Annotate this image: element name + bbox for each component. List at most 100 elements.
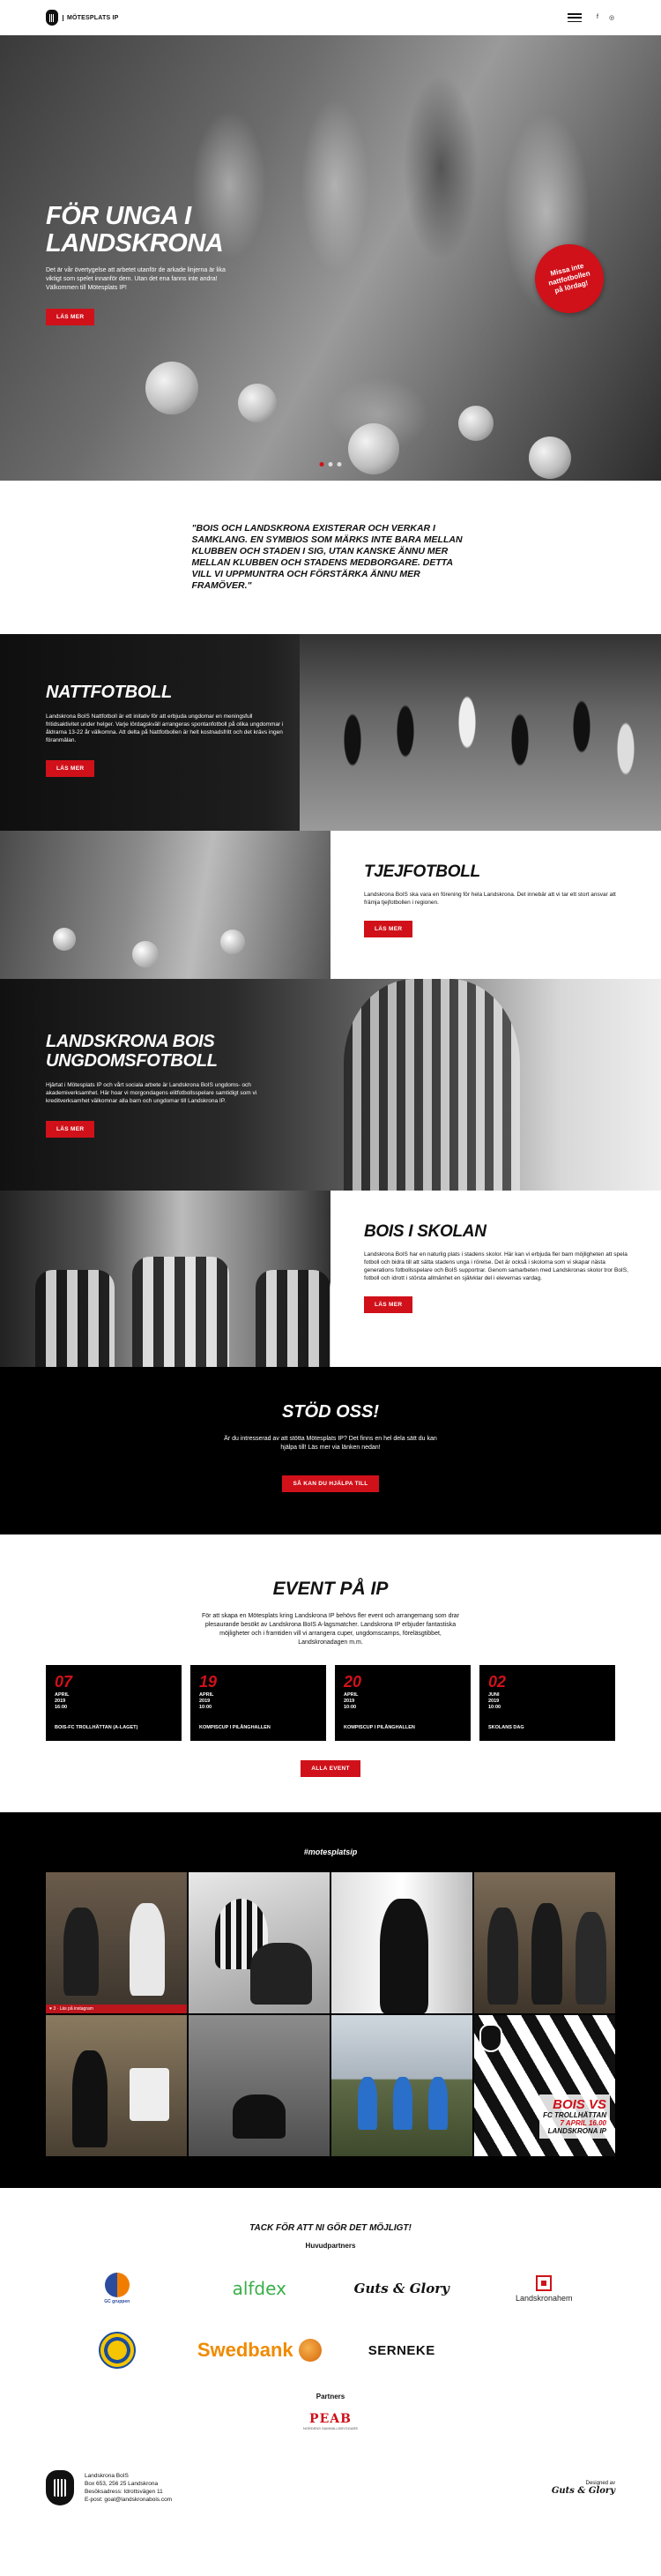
event-title: KOMPISCUP I PILÅNGHALLEN (199, 1725, 271, 1730)
football-image (348, 423, 399, 474)
ungdomsfotboll-content: LANDSKRONA BOIS UNGDOMSFOTBOLL Hjärtat i… (46, 1032, 284, 1138)
instagram-post[interactable] (189, 2015, 330, 2156)
main-partners-label: Huvudpartners (305, 2242, 356, 2250)
nattfotboll-section: NATTFOTBOLL Landskrona BoIS Nattfotboll … (0, 634, 661, 831)
partners-thanks: TACK FÖR ATT NI GÖR DET MÖJLIGT! (249, 2223, 412, 2233)
partner-logo-crest[interactable] (46, 2331, 189, 2370)
tjejfotboll-image (0, 831, 330, 979)
skolan-section: BOIS I SKOLAN Landskrona BoIS har en nat… (0, 1191, 661, 1367)
football-image (238, 384, 277, 422)
swedbank-logo-icon (298, 2339, 322, 2362)
instagram-caption: ♥ 3 · Läs på instagram (46, 2005, 187, 2013)
football-image (132, 941, 159, 967)
hero-read-more-button[interactable]: LÄS MER (46, 309, 95, 325)
events-title: EVENT PÅ IP (272, 1579, 389, 1599)
quote-text: "BOIS OCH LANDSKRONA EXISTERAR OCH VERKA… (191, 523, 463, 591)
all-events-button[interactable]: ALLA EVENT (301, 1760, 360, 1777)
designer-logo[interactable]: Guts & Glory (552, 2486, 615, 2496)
partner-logo-peab[interactable]: PEAB NORDENS SAMHÄLLSBYGGARE (303, 2412, 358, 2430)
site-header: MÖTESPLATS IP f ◎ (0, 0, 661, 35)
jersey-image (132, 1257, 229, 1367)
nattfotboll-content: NATTFOTBOLL Landskrona BoIS Nattfotboll … (46, 683, 284, 777)
event-date: APRIL 2019 10:00 (199, 1692, 214, 1710)
event-day: 19 (199, 1673, 218, 1691)
jersey-image (256, 1270, 330, 1367)
instagram-tag: #motesplatsip (303, 1848, 358, 1856)
event-date: JUNI 2019 10:00 (488, 1692, 501, 1710)
partner-logo-gc[interactable]: GC gruppen (46, 2269, 189, 2308)
event-date: APRIL 2019 10:00 (344, 1692, 359, 1710)
facebook-icon[interactable]: f (594, 14, 601, 21)
events-text: För att skapa en Mötesplats kring Landsk… (201, 1613, 460, 1646)
football-image (220, 930, 245, 954)
slider-dot[interactable] (328, 462, 333, 467)
football-image (458, 406, 494, 441)
hero-text: Det är vår övertygelse att arbetet utanf… (46, 267, 226, 291)
event-title: KOMPISCUP I PILÅNGHALLEN (344, 1725, 415, 1730)
designed-by-label: Designed av (585, 2480, 615, 2486)
slider-dots (319, 462, 342, 467)
instagram-post[interactable] (46, 2015, 187, 2156)
event-day: 02 (488, 1673, 507, 1691)
football-image (145, 362, 198, 414)
instagram-post[interactable] (474, 1872, 615, 2013)
instagram-post[interactable] (331, 2015, 472, 2156)
partners-section: TACK FÖR ATT NI GÖR DET MÖJLIGT! Huvudpa… (0, 2188, 661, 2453)
municipal-crest-icon (98, 2332, 136, 2369)
skolan-text: Landskrona BoIS har en naturlig plats i … (364, 1251, 628, 1281)
skolan-image (0, 1191, 330, 1367)
event-card[interactable]: 07 APRIL 2019 16:00 BOIS-FC TROLLHÄTTAN (A… (46, 1665, 182, 1741)
footer-club-name: Landskrona BoIS (85, 2473, 129, 2479)
ungdomsfotboll-title: LANDSKRONA BOIS UNGDOMSFOTBOLL (46, 1032, 218, 1071)
instagram-post[interactable] (331, 1872, 472, 2013)
skolan-read-more-button[interactable]: LÄS MER (364, 1296, 413, 1313)
support-section: STÖD OSS! Är du intresserad av att stött… (0, 1367, 661, 1534)
football-image (529, 437, 571, 479)
instagram-post[interactable] (189, 1872, 330, 2013)
nattfotboll-stamp[interactable]: Missa inte nattfotbollen på lördag! (527, 236, 612, 321)
footer-address: Box 653, 256 25 Landskrona (85, 2481, 159, 2487)
slider-dot[interactable] (319, 462, 324, 467)
instagram-post[interactable]: ♥ 3 · Läs på instagram (46, 1872, 187, 2013)
ungdomsfotboll-read-more-button[interactable]: LÄS MER (46, 1121, 95, 1138)
footer-email[interactable]: E-post: goal@landskronabois.com (85, 2496, 172, 2504)
gc-logo-icon (104, 2273, 130, 2297)
partner-logo-alfdex[interactable]: alfdex (189, 2269, 331, 2308)
event-title: BOIS-FC TROLLHÄTTAN (A-LAGET) (55, 1725, 138, 1730)
partner-logo-swedbank[interactable]: Swedbank (189, 2331, 331, 2370)
support-button[interactable]: SÅ KAN DU HJÄLPA TILL (282, 1475, 379, 1492)
support-text: Är du intresserad av att stötta Mötespla… (224, 1436, 437, 1451)
event-title: SKOLANS DAG (488, 1725, 524, 1730)
event-card[interactable]: 02 JUNI 2019 10:00 SKOLANS DAG (479, 1665, 615, 1741)
partner-logo-guts-glory[interactable]: Guts & Glory (330, 2269, 473, 2308)
partner-logo-serneke[interactable]: SERNEKE (330, 2331, 473, 2370)
partners-logos: PEAB NORDENS SAMHÄLLSBYGGARE (0, 2411, 661, 2430)
header-actions: f ◎ (568, 13, 615, 22)
quote-section: "BOIS OCH LANDSKRONA EXISTERAR OCH VERKA… (0, 481, 661, 634)
nattfotboll-read-more-button[interactable]: LÄS MER (46, 760, 95, 777)
footer-contact: Landskrona BoIS Box 653, 256 25 Landskro… (46, 2470, 172, 2505)
partners-label: Partners (316, 2393, 345, 2401)
menu-icon[interactable] (568, 13, 582, 22)
hero-content: FÖR UNGA I LANDSKRONA Det är vår övertyg… (46, 203, 235, 325)
event-card[interactable]: 19 APRIL 2019 10:00 KOMPISCUP I PILÅNGHALL… (190, 1665, 326, 1741)
slider-dot[interactable] (337, 462, 342, 467)
support-title: STÖD OSS! (281, 1402, 379, 1422)
club-crest-icon (46, 10, 58, 26)
match-promo: BOIS VS FC TROLLHÄTTAN 7 APRIL 16.00 LAN… (539, 2094, 610, 2139)
footer-visit-address: Besöksadress: Idrottsvägen 11 (85, 2489, 163, 2495)
site-logo[interactable]: MÖTESPLATS IP (46, 10, 118, 26)
social-links: f ◎ (594, 14, 615, 21)
landskronahem-logo-icon (536, 2274, 553, 2291)
instagram-feed: ♥ 3 · Läs på instagram BOIS VS FC TROLLH… (46, 1872, 615, 2156)
partner-logo-landskronahem[interactable]: Landskronahem (473, 2269, 616, 2308)
football-image (53, 928, 76, 951)
club-crest-icon (479, 2024, 502, 2052)
event-list: 07 APRIL 2019 16:00 BOIS-FC TROLLHÄTTAN (A… (0, 1665, 661, 1741)
tjejfotboll-text: Landskrona BoIS ska vara en förening för… (364, 892, 616, 906)
tjejfotboll-read-more-button[interactable]: LÄS MER (364, 921, 413, 937)
instagram-post[interactable]: BOIS VS FC TROLLHÄTTAN 7 APRIL 16.00 LAN… (474, 2015, 615, 2156)
instagram-icon[interactable]: ◎ (608, 14, 615, 21)
event-card[interactable]: 20 APRIL 2019 10:00 KOMPISCUP I PILÅNGHALL… (335, 1665, 471, 1741)
player-image (344, 979, 520, 1191)
